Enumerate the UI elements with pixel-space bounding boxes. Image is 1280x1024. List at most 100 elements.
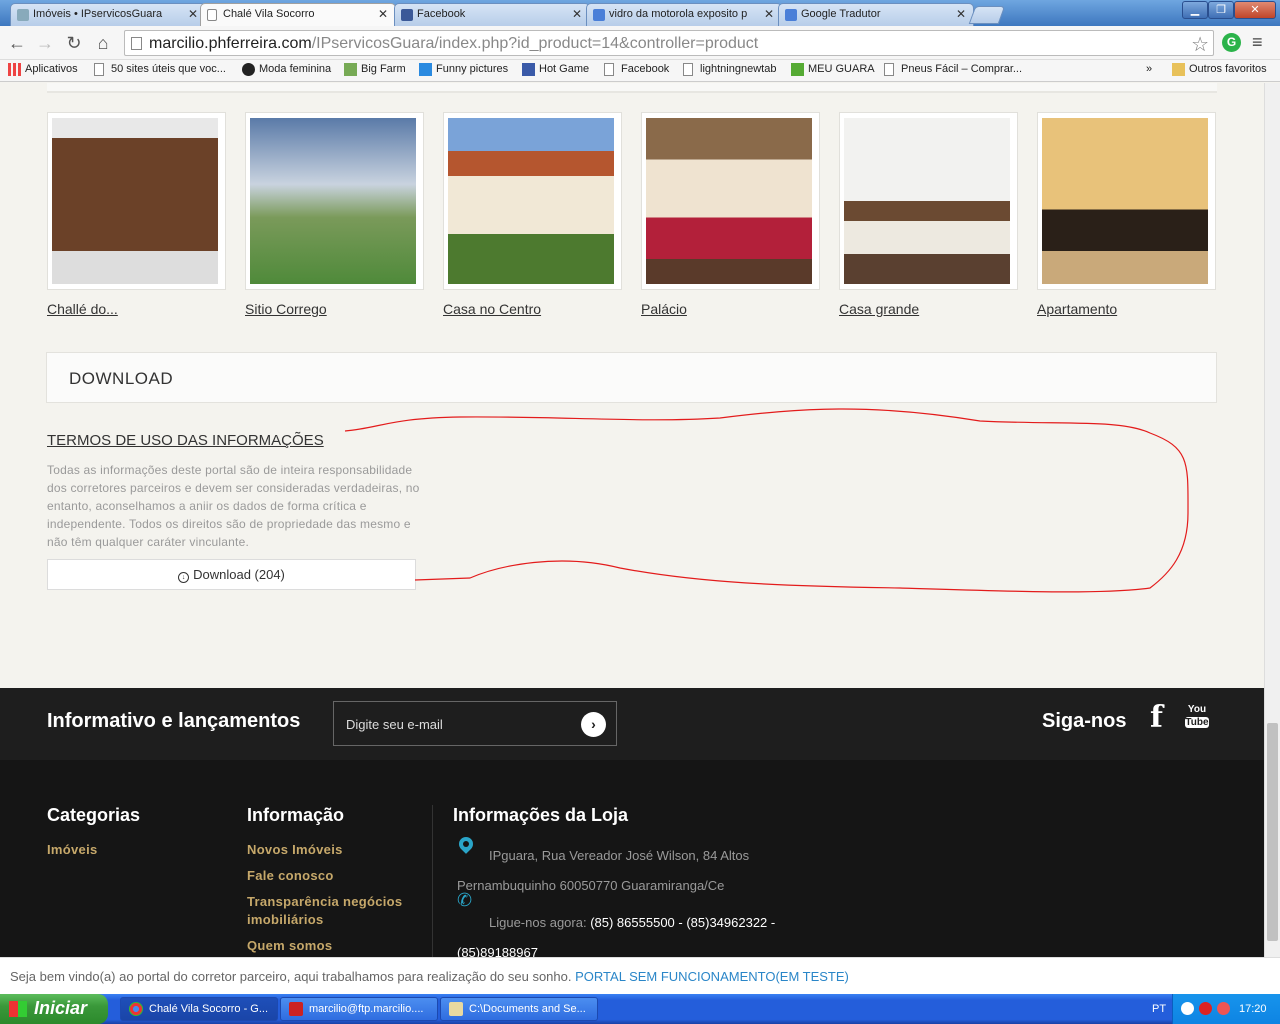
close-tab-icon[interactable]: ✕: [188, 7, 198, 21]
info-link-about[interactable]: Quem somos: [247, 937, 332, 955]
page-icon: [131, 37, 142, 50]
address-bar[interactable]: marcilio.phferreira.com/IPservicosGuara/…: [124, 30, 1214, 56]
back-arrow-icon[interactable]: ←: [6, 32, 28, 54]
bookmark-item[interactable]: Funny pictures: [419, 63, 509, 76]
bookmark-label: Funny pictures: [436, 63, 509, 75]
submit-arrow-icon[interactable]: ›: [581, 712, 606, 737]
more-bookmarks-button[interactable]: »: [1130, 63, 1152, 75]
info-link-contact[interactable]: Fale conosco: [247, 867, 334, 885]
newsletter-email-input[interactable]: Digite seu e-mail ›: [333, 701, 617, 746]
site-favicon-icon: [17, 9, 29, 21]
chrome-icon: [129, 1002, 143, 1016]
gmail-icon[interactable]: [1199, 1002, 1212, 1015]
reload-icon[interactable]: ↻: [63, 32, 85, 54]
info-link-new-properties[interactable]: Novos Imóveis: [247, 841, 343, 859]
bookmark-label: Moda feminina: [259, 63, 332, 75]
bookmark-apps[interactable]: Aplicativos: [8, 63, 78, 76]
home-icon[interactable]: ⌂: [92, 32, 114, 54]
tab-google-search[interactable]: vidro da motorola exposito p ✕: [586, 3, 782, 26]
minimize-icon[interactable]: ▁: [1182, 1, 1208, 19]
bookmark-item[interactable]: Facebook: [604, 63, 669, 76]
bookmark-other-favorites[interactable]: Outros favoritos: [1172, 63, 1267, 76]
url-host: marcilio.phferreira.com: [149, 35, 312, 52]
tab-google-translate[interactable]: Google Tradutor ✕: [778, 3, 974, 26]
tab-facebook[interactable]: Facebook ✕: [394, 3, 590, 26]
store-address-line2: Pernambuquinho 60050770 Guaramiranga/Ce: [457, 878, 725, 893]
phone-numbers: (85) 86555500 - (85)34962322 -: [590, 915, 776, 930]
tab-title: Facebook: [417, 8, 466, 20]
phone-numbers-extra: (85)89188967: [457, 945, 538, 957]
tab-title: Google Tradutor: [801, 8, 881, 20]
facebook-icon[interactable]: f: [1150, 700, 1163, 735]
windows-taskbar: Iniciar Chalé Vila Socorro - G... marcil…: [0, 994, 1280, 1024]
store-address-line1: IPguara, Rua Vereador José Wilson, 84 Al…: [489, 848, 750, 863]
bookmark-label: Hot Game: [539, 63, 590, 75]
notice-link[interactable]: PORTAL SEM FUNCIONAMENTO(EM TESTE): [575, 969, 849, 984]
bookmark-star-icon[interactable]: ☆: [1191, 32, 1209, 57]
youtube-top-text: You: [1187, 704, 1207, 715]
taskbar-window-ftp[interactable]: marcilio@ftp.marcilio....: [280, 997, 438, 1021]
taskbar-window-title: Chalé Vila Socorro - G...: [149, 1003, 269, 1015]
page-icon: [94, 63, 104, 76]
newsletter-bar: Informativo e lançamentos Digite seu e-m…: [0, 688, 1264, 760]
bookmark-label: Pneus Fácil – Comprar...: [901, 63, 1023, 75]
tab-imoveis[interactable]: Imóveis • IPservicosGuara ✕: [10, 3, 206, 26]
notice-message: Seja bem vindo(a) ao portal do corretor …: [10, 969, 572, 984]
close-tab-icon[interactable]: ✕: [378, 7, 388, 21]
restore-icon[interactable]: ❐: [1208, 1, 1234, 19]
taskbar-window-chrome[interactable]: Chalé Vila Socorro - G...: [120, 997, 278, 1021]
bookmark-item[interactable]: Moda feminina: [242, 63, 332, 76]
page-scrollbar[interactable]: [1264, 83, 1280, 957]
bookmark-item[interactable]: Pneus Fácil – Comprar...: [884, 63, 1023, 76]
info-link-transparency[interactable]: Transparência negócios imobiliários: [247, 893, 417, 929]
bookmark-item[interactable]: Hot Game: [522, 63, 590, 76]
bookmark-label: lightningnewtab: [700, 63, 777, 75]
new-tab-button[interactable]: [968, 6, 1006, 24]
url-path: /IPservicosGuara/index.php?id_product=14…: [311, 35, 759, 52]
bookmark-item[interactable]: lightningnewtab: [683, 63, 777, 76]
system-tray: 17:20: [1172, 994, 1280, 1024]
footer: Categorias Imóveis Informação Novos Imóv…: [0, 760, 1264, 957]
filezilla-icon: [289, 1002, 303, 1016]
clock: 17:20: [1239, 1003, 1267, 1015]
bookmark-label: »: [1146, 63, 1153, 75]
facebook-icon: [401, 9, 413, 21]
start-label: Iniciar: [34, 998, 88, 1018]
tab-title: vidro da motorola exposito p: [609, 8, 748, 20]
start-button[interactable]: Iniciar: [0, 994, 108, 1024]
youtube-icon[interactable]: You Tube: [1185, 704, 1209, 734]
category-link-imoveis[interactable]: Imóveis: [47, 841, 98, 859]
bookmark-item[interactable]: Big Farm: [344, 63, 406, 76]
bookmark-label: MEU GUARA: [808, 63, 875, 75]
translate-icon: [785, 9, 797, 21]
menu-icon[interactable]: ≡: [1252, 32, 1263, 53]
network-icon[interactable]: [1181, 1002, 1194, 1015]
close-window-icon[interactable]: ✕: [1234, 1, 1276, 19]
bookmark-item[interactable]: 50 sites úteis que voc...: [94, 63, 226, 76]
tab-chale-vila-socorro[interactable]: Chalé Vila Socorro ✕: [200, 3, 396, 27]
close-tab-icon[interactable]: ✕: [956, 7, 966, 21]
scrollbar-thumb[interactable]: [1267, 723, 1278, 941]
taskbar-window-title: marcilio@ftp.marcilio....: [309, 1003, 424, 1015]
windows-logo-icon: [9, 1001, 27, 1017]
folder-icon: [1172, 63, 1185, 76]
phone-icon: ✆: [457, 890, 473, 910]
notice-text: Seja bem vindo(a) ao portal do corretor …: [10, 969, 849, 984]
bookmark-label: Outros favoritos: [1189, 63, 1267, 75]
close-tab-icon[interactable]: ✕: [572, 7, 582, 21]
bookmark-label: 50 sites úteis que voc...: [111, 63, 226, 75]
taskbar-window-explorer[interactable]: C:\Documents and Se...: [440, 997, 598, 1021]
extension-icon[interactable]: G: [1222, 33, 1241, 52]
url-text[interactable]: marcilio.phferreira.com/IPservicosGuara/…: [149, 35, 758, 53]
page-icon: [604, 63, 614, 76]
bookmark-item[interactable]: MEU GUARA: [791, 63, 875, 76]
tab-title: Chalé Vila Socorro: [223, 8, 315, 20]
page-icon: [683, 63, 693, 76]
close-tab-icon[interactable]: ✕: [764, 7, 774, 21]
bookmark-label: Aplicativos: [25, 63, 78, 75]
antivirus-icon[interactable]: [1217, 1002, 1230, 1015]
bookmarks-bar: Aplicativos 50 sites úteis que voc... Mo…: [0, 60, 1280, 82]
language-indicator[interactable]: PT: [1152, 1003, 1166, 1015]
red-annotation-scribble: [344, 408, 1189, 593]
forward-arrow-icon[interactable]: →: [34, 32, 56, 54]
